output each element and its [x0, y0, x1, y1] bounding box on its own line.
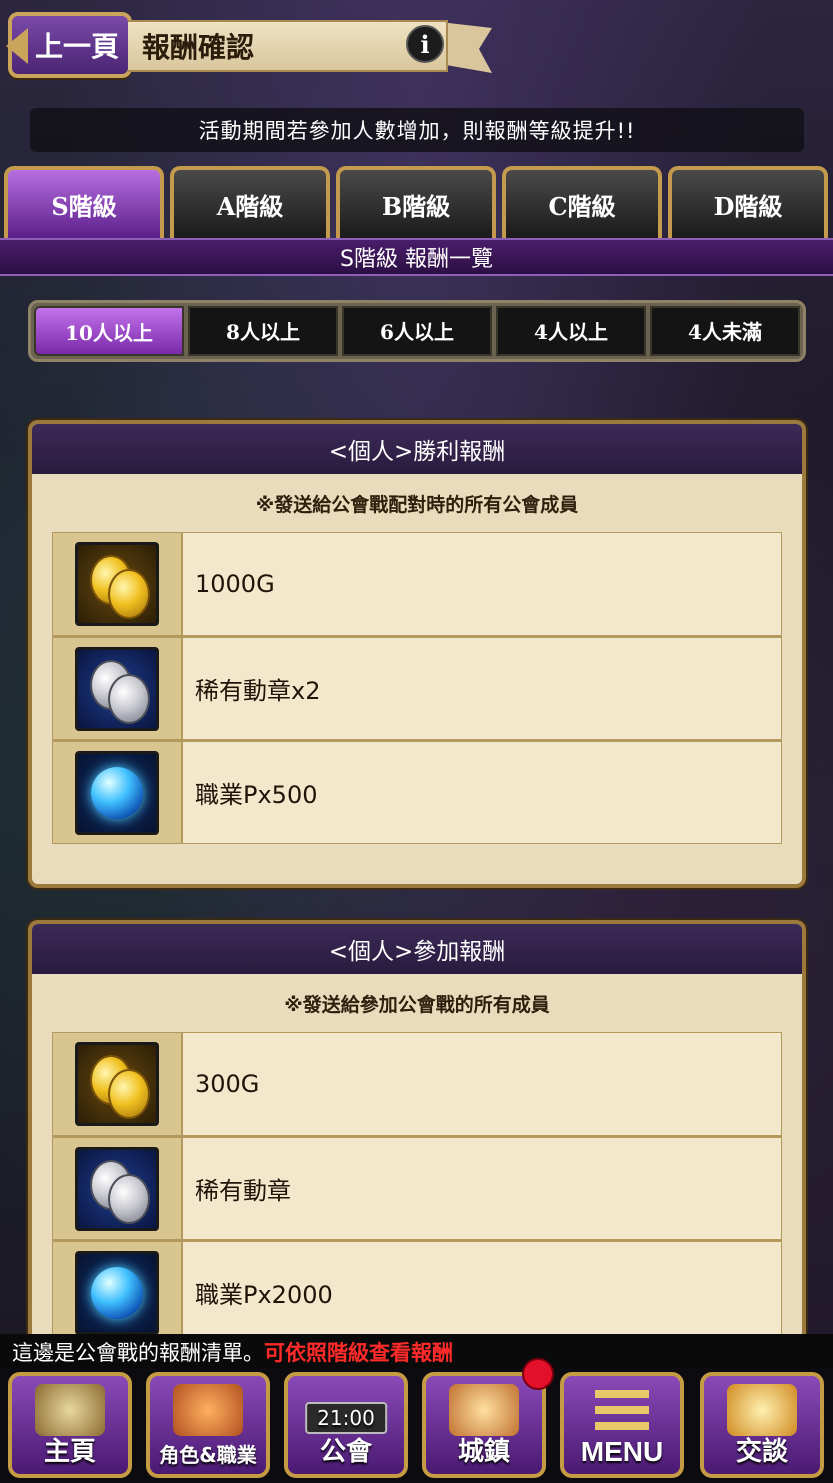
guild-timer: 21:00 [305, 1402, 387, 1434]
tab-rank-b[interactable]: B階級 [336, 166, 496, 238]
beer-mug-icon [727, 1384, 797, 1436]
gold-coin-icon [75, 542, 159, 626]
nav-label: 主頁 [43, 1437, 96, 1467]
back-button[interactable]: 上一頁 [6, 12, 132, 78]
nav-chat-button[interactable]: 交談 [700, 1372, 824, 1478]
nav-label: 角色&職業 [159, 1443, 257, 1467]
footer-message-text: 這邊是公會戰的報酬清單。 [12, 1341, 264, 1365]
nav-menu-button[interactable]: MENU [560, 1372, 684, 1478]
nav-label: 公會 [319, 1437, 372, 1467]
nav-label: MENU [580, 1436, 664, 1467]
menu-icon [595, 1390, 649, 1430]
panel-note: ※發送給參加公會戰的所有成員 [284, 993, 550, 1016]
character-icon [173, 1384, 243, 1436]
tab-rank-a[interactable]: A階級 [170, 166, 330, 238]
town-icon [449, 1384, 519, 1436]
reward-row: 稀有動章x2 [52, 636, 782, 740]
reward-list: 1000G 稀有動章x2 職業Px500 [52, 532, 782, 844]
tab-count-10[interactable]: 10人以上 [34, 306, 184, 356]
job-orb-icon [75, 1250, 159, 1335]
page-title: 報酬確認 [128, 20, 448, 72]
nav-label: 城鎮 [457, 1437, 510, 1467]
tab-count-4[interactable]: 4人以上 [496, 306, 646, 356]
nav-character-button[interactable]: 角色&職業 [146, 1372, 270, 1478]
reward-text: 稀有動章x2 [195, 677, 321, 705]
notice-banner: 活動期間若參加人數增加，則報酬等級提升!! [30, 108, 804, 152]
nav-guild-button[interactable]: 21:00 公會 [284, 1372, 408, 1478]
panel-title: <個人>參加報酬 [32, 924, 802, 974]
reward-row: 職業Px500 [52, 740, 782, 844]
reward-text: 300G [195, 1070, 260, 1098]
reward-row: 稀有動章 [52, 1136, 782, 1240]
nav-label: 交談 [735, 1437, 788, 1467]
participation-reward-panel: <個人>參加報酬 ※發送給參加公會戰的所有成員 300G 稀有動章 職業Px20… [28, 920, 806, 1350]
reward-row: 300G [52, 1032, 782, 1136]
tab-rank-s[interactable]: S階級 [4, 166, 164, 238]
reward-text: 稀有動章 [195, 1177, 291, 1205]
rank-tabs: S階級 A階級 B階級 C階級 D階級 [0, 166, 833, 238]
panel-note: ※發送給公會戰配對時的所有公會成員 [255, 493, 579, 516]
tab-rank-c[interactable]: C階級 [502, 166, 662, 238]
tab-count-under-4[interactable]: 4人未滿 [650, 306, 800, 356]
reward-text: 職業Px2000 [195, 1281, 333, 1309]
tab-count-8[interactable]: 8人以上 [188, 306, 338, 356]
job-orb-icon [75, 750, 159, 835]
player-count-tabs: 10人以上 8人以上 6人以上 4人以上 4人未滿 [28, 300, 806, 362]
nav-home-button[interactable]: 主頁 [8, 1372, 132, 1478]
medal-icon [75, 1146, 159, 1231]
info-icon[interactable]: i [406, 25, 444, 63]
victory-reward-panel: <個人>勝利報酬 ※發送給公會戰配對時的所有公會成員 1000G 稀有動章x2 … [28, 420, 806, 888]
reward-text: 1000G [195, 570, 275, 598]
knight-icon [35, 1384, 105, 1436]
reward-row: 1000G [52, 532, 782, 636]
reward-row: 職業Px2000 [52, 1240, 782, 1344]
footer-message: 這邊是公會戰的報酬清單。 可依照階級查看報酬 [0, 1334, 833, 1370]
panel-title: <個人>勝利報酬 [32, 424, 802, 474]
reward-list: 300G 稀有動章 職業Px2000 [52, 1032, 782, 1344]
back-button-label: 上一頁 [34, 30, 119, 63]
reward-text: 職業Px500 [195, 781, 318, 809]
footer-message-highlight: 可依照階級查看報酬 [264, 1341, 453, 1365]
nav-town-button[interactable]: 城鎮 [422, 1372, 546, 1478]
bottom-nav: 主頁 角色&職業 21:00 公會 城鎮 MENU 交談 [0, 1368, 833, 1483]
notification-badge [522, 1358, 554, 1390]
medal-icon [75, 646, 159, 731]
tab-rank-d[interactable]: D階級 [668, 166, 828, 238]
gold-coin-icon [75, 1042, 159, 1126]
rank-heading: S階級 報酬一覽 [0, 238, 833, 276]
tab-count-6[interactable]: 6人以上 [342, 306, 492, 356]
